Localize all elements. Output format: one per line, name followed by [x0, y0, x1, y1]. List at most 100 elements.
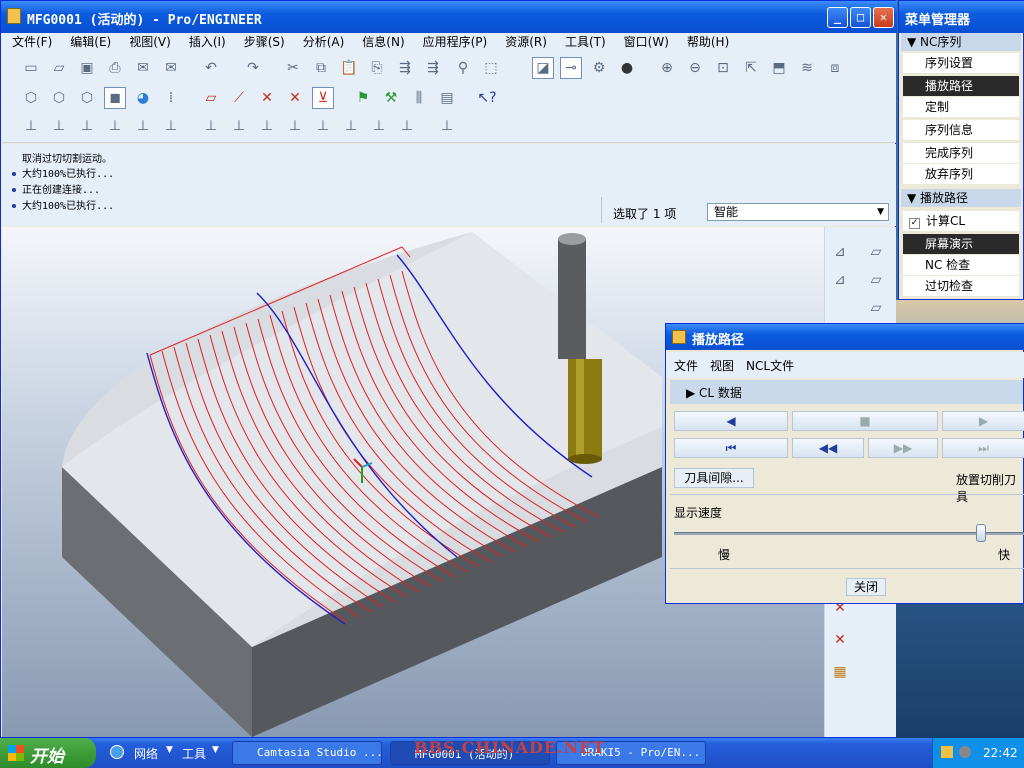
shading-icon[interactable]: ◼ [104, 87, 126, 109]
local-mill-icon[interactable]: ⊥ [436, 115, 458, 137]
mm-sequence-info[interactable]: 序列信息 [903, 120, 1019, 140]
face-mill-icon[interactable]: ⊥ [76, 115, 98, 137]
section-nc-sequence[interactable]: ▼ NC序列 [901, 33, 1021, 51]
datum-point-icon[interactable]: ✕ [256, 87, 278, 109]
menu-applications[interactable]: 应用程序(P) [423, 33, 488, 51]
mm-customize[interactable]: 定制 [903, 97, 1019, 117]
datum-axis-icon[interactable]: ⟋ [228, 87, 250, 109]
window-icon[interactable]: ▱ [865, 269, 887, 291]
chevron-down-icon[interactable]: ▼ [166, 745, 173, 755]
dlg-menu-ncl[interactable]: NCL文件 [746, 359, 794, 373]
step-back-button[interactable]: ◀◀ [792, 438, 864, 458]
cl-data-expander[interactable]: ▶ CL 数据 [670, 380, 1023, 404]
annotation-icon[interactable]: ⊻ [312, 87, 334, 109]
spin-center-icon[interactable]: ⊸ [560, 57, 582, 79]
offset-point-icon[interactable]: ▦ [829, 661, 851, 683]
datum-plane-icon[interactable]: ▱ [200, 87, 222, 109]
hidden-line-icon[interactable]: ⬡ [48, 87, 70, 109]
forward-to-end-button[interactable]: ⏭ [942, 438, 1024, 458]
model-tree-icon[interactable]: ◕ [132, 87, 154, 109]
paste-special-icon[interactable]: ⎘ [366, 57, 388, 79]
mm-play-path[interactable]: 播放路径 [903, 76, 1019, 96]
window-icon[interactable]: ▱ [865, 241, 887, 263]
new-file-icon[interactable]: ▭ [20, 57, 42, 79]
mm-sequence-setup[interactable]: 序列设置 [903, 53, 1019, 73]
quick-network[interactable]: 网络 [134, 745, 158, 762]
mm-screen-play[interactable]: 屏幕演示 [903, 234, 1019, 254]
tray-app-icon[interactable] [941, 746, 953, 758]
menu-resources[interactable]: 资源(R) [505, 33, 547, 51]
section-play-path[interactable]: ▼ 播放路径 [901, 189, 1021, 207]
plunge-icon[interactable]: ⊥ [256, 115, 278, 137]
paste-icon[interactable]: 📋 [338, 57, 360, 79]
mill-icon[interactable]: ⊿ [829, 241, 851, 263]
engrave-icon[interactable]: ⊥ [228, 115, 250, 137]
axis-point-icon[interactable]: ✕ [829, 629, 851, 651]
menu-edit[interactable]: 编辑(E) [70, 33, 111, 51]
drill-icon[interactable]: ⊥ [284, 115, 306, 137]
cut-icon[interactable]: ✂ [282, 57, 304, 79]
step-forward-button[interactable]: ▶▶ [868, 438, 938, 458]
rewind-to-start-button[interactable]: ⏮ [674, 438, 788, 458]
start-button[interactable]: 开始 [0, 738, 96, 768]
profile-mill-icon[interactable]: ⊥ [104, 115, 126, 137]
network-icon[interactable] [110, 745, 124, 759]
task-camtasia[interactable]: Camtasia Studio ... [232, 741, 382, 765]
reroughing-icon[interactable]: ⊥ [340, 115, 362, 137]
speed-slider-track[interactable] [674, 532, 1024, 535]
dialog-title-bar[interactable]: 播放路径 [666, 324, 1024, 350]
copy-icon[interactable]: ⧉ [310, 57, 332, 79]
menu-tools[interactable]: 工具(T) [565, 33, 606, 51]
mfg-process-icon[interactable]: ⚒ [380, 87, 402, 109]
display-style-icon[interactable]: ⁞ [160, 87, 182, 109]
mill-surface-icon[interactable]: ⊥ [48, 115, 70, 137]
nc-seq-icon[interactable]: ⚑ [352, 87, 374, 109]
minimize-button[interactable]: _ [827, 7, 848, 28]
open-file-icon[interactable]: ▱ [48, 57, 70, 79]
tool-clearance-button[interactable]: 刀具间隙... [674, 468, 754, 488]
mm-gouge-check[interactable]: 过切检查 [903, 276, 1019, 296]
layers-icon[interactable]: ≋ [796, 57, 818, 79]
refit-icon[interactable]: ⊡ [712, 57, 734, 79]
view-manager-icon[interactable]: ⧈ [824, 57, 846, 79]
zoom-out-icon[interactable]: ⊖ [684, 57, 706, 79]
undo-icon[interactable]: ↶ [200, 57, 222, 79]
send-icon[interactable]: ✉ [132, 57, 154, 79]
menu-file[interactable]: 文件(F) [12, 33, 52, 51]
title-bar[interactable]: MFG0001 (活动的) - Pro/ENGINEER _ □ ✕ [1, 1, 897, 33]
menu-info[interactable]: 信息(N) [362, 33, 404, 51]
find-icon[interactable]: ⚲ [452, 57, 474, 79]
sphere-icon[interactable]: ● [616, 57, 638, 79]
menu-help[interactable]: 帮助(H) [687, 33, 729, 51]
play-forward-button[interactable]: ▶ [942, 411, 1024, 431]
save-icon[interactable]: ▣ [76, 57, 98, 79]
reorient-icon[interactable]: ⇱ [740, 57, 762, 79]
regenerate-icon[interactable]: ⇶ [394, 57, 416, 79]
tool-manager-icon[interactable]: ▤ [436, 87, 458, 109]
orient-mode-icon[interactable]: ⚙ [588, 57, 610, 79]
corner-finish-icon[interactable]: ⊥ [396, 115, 418, 137]
maximize-button[interactable]: □ [850, 7, 871, 28]
finishing-icon[interactable]: ⊥ [368, 115, 390, 137]
speed-slider-thumb[interactable] [975, 524, 986, 542]
thread-mill-icon[interactable]: ⊥ [200, 115, 222, 137]
context-help-icon[interactable]: ↖? [476, 87, 498, 109]
regen-manager-icon[interactable]: ⇶ [422, 57, 444, 79]
mill-volume-icon[interactable]: ⊥ [20, 115, 42, 137]
play-reverse-button[interactable]: ◀ [674, 411, 788, 431]
checkbox-checked-icon[interactable]: ✓ [909, 218, 920, 229]
window-icon[interactable]: ▱ [865, 297, 887, 319]
dlg-menu-view[interactable]: 视图 [710, 359, 734, 373]
stop-button[interactable]: ■ [792, 411, 938, 431]
filter-select[interactable]: 智能 ▼ [707, 203, 889, 221]
roughing-icon[interactable]: ⊥ [312, 115, 334, 137]
select-box-icon[interactable]: ⬚ [480, 57, 502, 79]
mm-nc-check[interactable]: NC 检查 [903, 255, 1019, 275]
chevron-down-icon[interactable]: ▼ [212, 745, 219, 755]
cl-data-icon[interactable]: ⫼ [408, 87, 430, 109]
pocket-mill-icon[interactable]: ⊥ [132, 115, 154, 137]
menu-insert[interactable]: 插入(I) [189, 33, 226, 51]
csys-icon[interactable]: ✕ [284, 87, 306, 109]
menu-window[interactable]: 窗口(W) [624, 33, 669, 51]
turn-icon[interactable]: ⊿ [829, 269, 851, 291]
